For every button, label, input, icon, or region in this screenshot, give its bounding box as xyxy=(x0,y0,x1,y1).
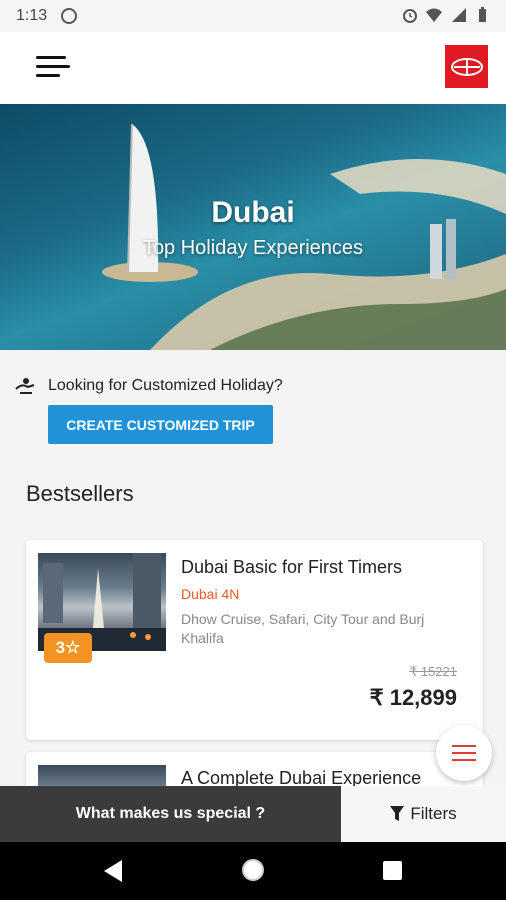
signal-icon xyxy=(452,8,466,22)
hero-subtitle: Top Holiday Experiences xyxy=(142,237,364,259)
whatsapp-icon xyxy=(61,8,78,24)
customize-prompt: Looking for Customized Holiday? xyxy=(14,377,283,395)
package-description: Dhow Cruise, Safari, City Tour and Burj … xyxy=(181,611,425,646)
alarm-icon xyxy=(403,9,417,23)
menu-icon[interactable] xyxy=(36,52,70,82)
system-nav-bar xyxy=(0,842,506,900)
back-icon[interactable] xyxy=(104,860,122,882)
customize-label: Looking for Customized Holiday? xyxy=(48,377,283,394)
battery-icon xyxy=(479,7,486,22)
app-bar xyxy=(0,32,506,104)
hero-banner: Dubai Top Holiday Experiences xyxy=(0,104,506,350)
package-duration: Dubai 4N xyxy=(181,586,240,602)
logo-icon xyxy=(450,57,483,76)
hero-title: Dubai xyxy=(211,196,295,229)
brand-logo[interactable] xyxy=(445,45,488,88)
wifi-icon xyxy=(426,8,442,22)
create-customized-trip-button[interactable]: CREATE CUSTOMIZED TRIP xyxy=(48,405,273,444)
package-old-price: ₹ 15221 xyxy=(408,664,457,679)
rating-badge: 3☆ xyxy=(44,633,92,663)
status-bar: 1:13 xyxy=(0,0,506,32)
filters-label: Filters xyxy=(410,804,457,823)
package-card[interactable]: 3☆ Dubai Basic for First Timers Dubai 4N… xyxy=(26,540,483,740)
bottom-action-bar: What makes us special ? Filters xyxy=(0,786,506,842)
menu-fab[interactable] xyxy=(436,725,492,781)
recents-icon[interactable] xyxy=(383,861,402,880)
filter-icon xyxy=(390,806,405,821)
customize-icon xyxy=(15,378,35,394)
what-makes-us-special-button[interactable]: What makes us special ? xyxy=(0,786,341,842)
package-title[interactable]: Dubai Basic for First Timers xyxy=(181,557,402,578)
filters-button[interactable]: Filters xyxy=(341,786,506,842)
status-time: 1:13 xyxy=(16,7,48,24)
package-price: ₹ 12,899 xyxy=(369,685,457,710)
section-title: Bestsellers xyxy=(26,481,134,506)
home-icon[interactable] xyxy=(242,859,264,881)
status-icons xyxy=(402,7,490,23)
